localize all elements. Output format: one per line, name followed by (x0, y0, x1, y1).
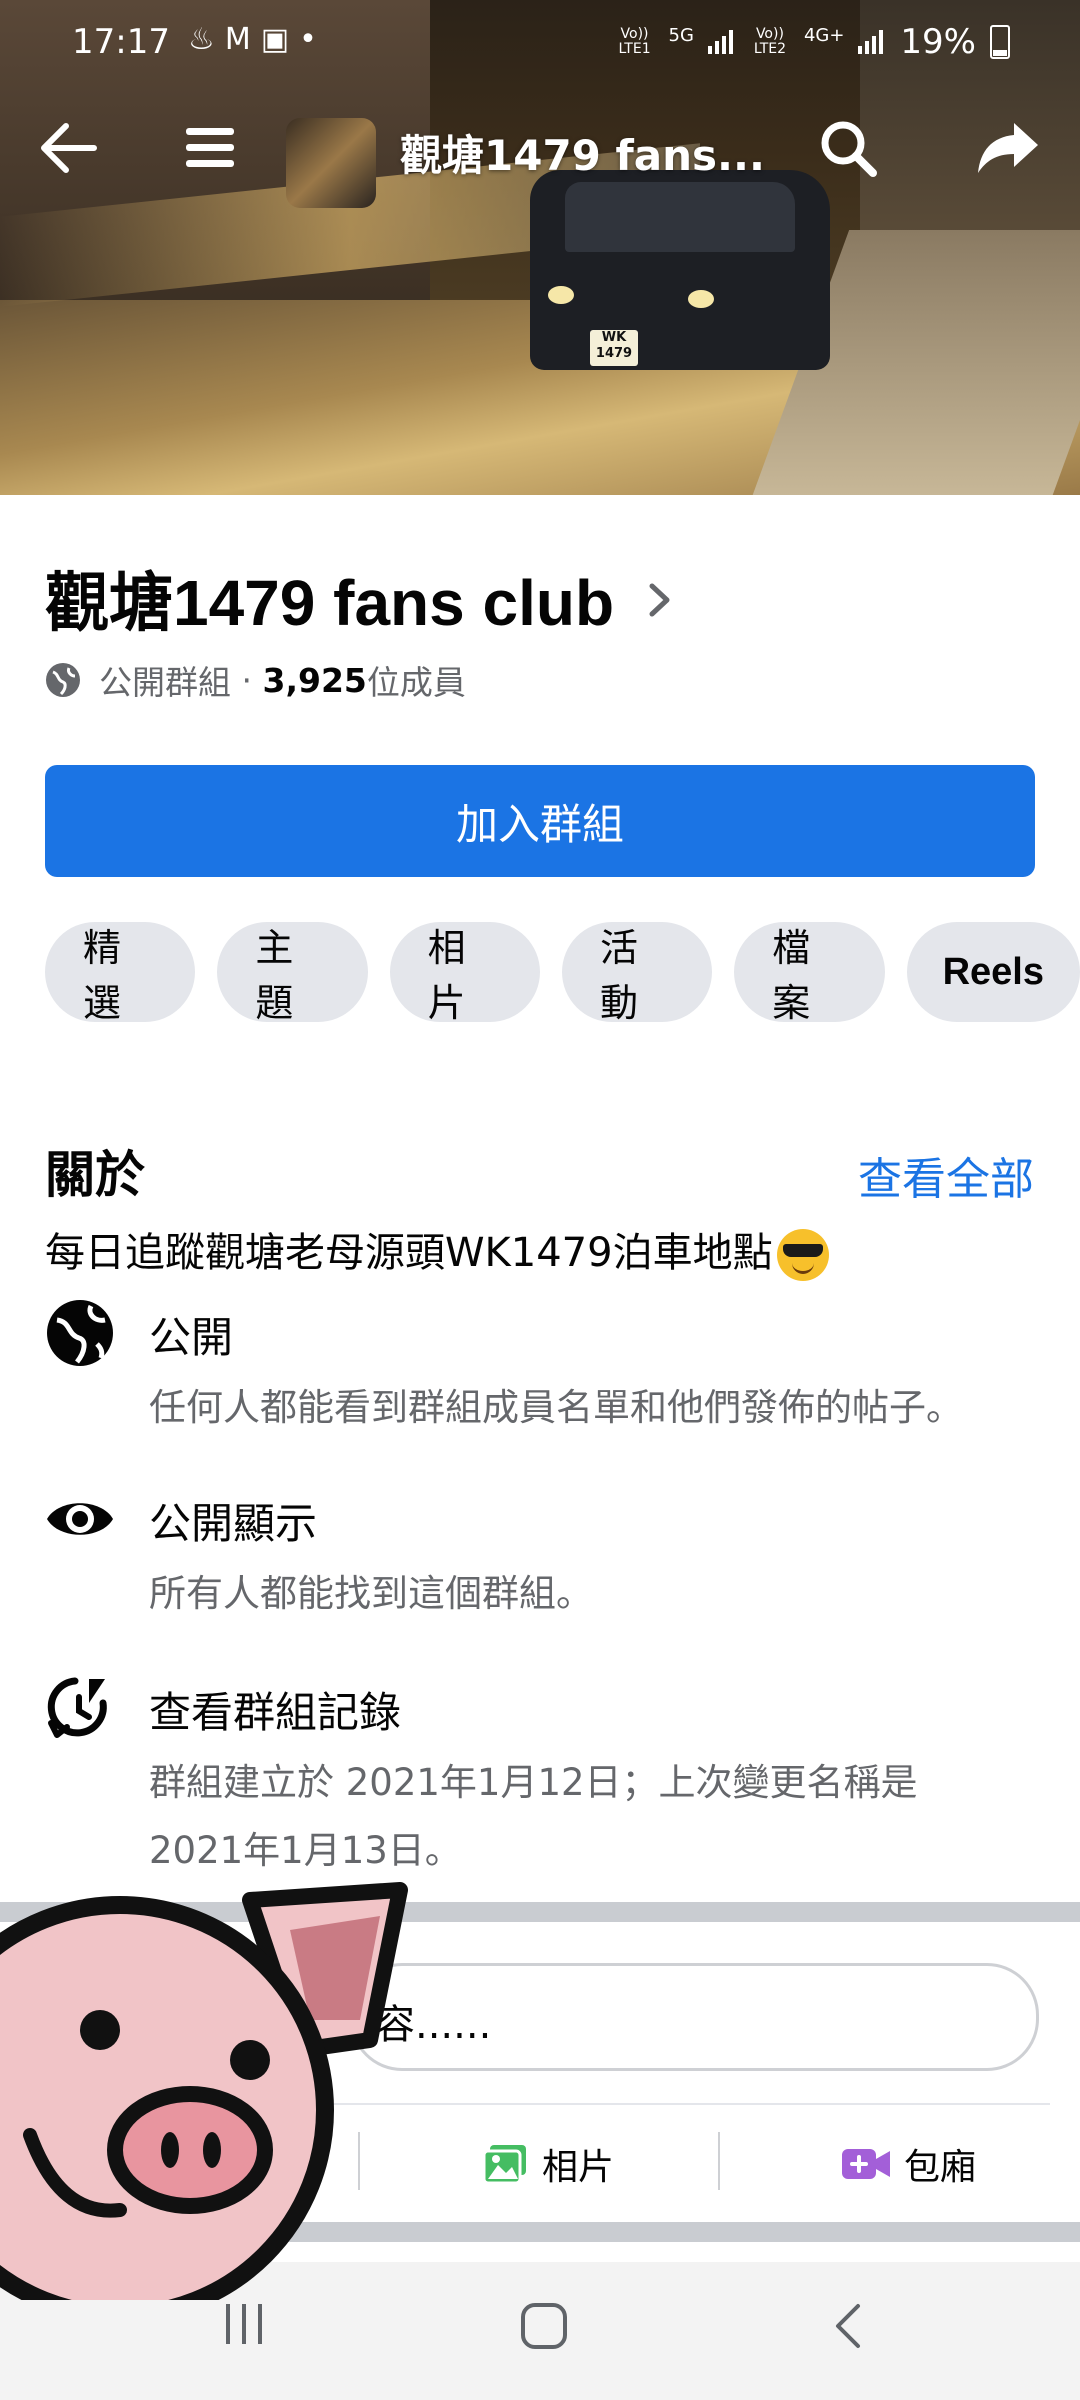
notification-icon: ♨ (188, 22, 225, 57)
back-nav-button[interactable] (832, 2302, 864, 2354)
share-button[interactable] (960, 100, 1056, 196)
about-item-visible: 公開顯示 所有人都能找到這個群組。 (45, 1484, 1035, 1634)
share-icon (978, 123, 1038, 173)
menu-icon (186, 128, 234, 167)
sim2-label: Vo)) LTE2 (753, 26, 787, 57)
action-separator-2 (718, 2132, 720, 2190)
group-tabs: 精選 主題 相片 活動 檔案 Reels (45, 922, 1080, 1025)
back-icon (41, 123, 97, 173)
tab-events[interactable]: 活動 (561, 922, 713, 1025)
tab-photos[interactable]: 相片 (389, 922, 540, 1025)
photo-action-label: 相片 (542, 2147, 615, 2188)
photo-icon (482, 2145, 526, 2185)
status-right-group: Vo)) LTE1 5G Vo)) LTE2 4G+ 19% (615, 22, 1010, 62)
history-subtitle-line1: 群組建立於 2021年1月12日；上次變更名稱是 (149, 1761, 918, 1804)
app-icon: ▣ (260, 22, 300, 57)
meta-separator: · (231, 660, 263, 700)
about-item-public: 公開 任何人都能看到群組成員名單和他們發佈的帖子。 (45, 1298, 1035, 1448)
about-item-public-title: 公開 (149, 1313, 234, 1362)
back-button[interactable] (20, 100, 116, 196)
tab-files[interactable]: 檔案 (734, 922, 885, 1025)
status-bar: 17:17 ♨M▣• Vo)) LTE1 5G Vo)) LTE2 4G+ 19… (0, 0, 1080, 86)
nav-group-title: 觀塘1479 fans... (400, 131, 765, 180)
about-heading: 關於 (45, 1146, 145, 1204)
cover-headlight-right (688, 290, 714, 308)
cover-license-plate: WK 1479 (590, 330, 638, 366)
about-item-public-subtitle: 任何人都能看到群組成員名單和他們發佈的帖子。 (149, 1386, 963, 1429)
menu-button[interactable] (162, 100, 258, 196)
see-all-link[interactable]: 查看全部 (858, 1143, 1034, 1207)
signal-icon-1 (707, 30, 736, 54)
recent-apps-icon (226, 2304, 262, 2344)
photo-action-button[interactable]: 相片 (482, 2138, 614, 2190)
globe-icon (46, 663, 80, 697)
network-5g-label: 5G (668, 24, 694, 46)
group-meta: 公開群組 · 3,925 位成員 (45, 656, 466, 704)
back-nav-icon (836, 2304, 860, 2348)
home-icon (521, 2303, 567, 2349)
cover-headlight-left (548, 286, 574, 304)
tab-featured[interactable]: 精選 (45, 922, 196, 1025)
about-item-history-subtitle: 群組建立於 2021年1月12日；上次變更名稱是 2021年1月13日。 (149, 1749, 1029, 1885)
history-subtitle-line2: 2021年1月13日。 (149, 1829, 462, 1872)
status-notification-icons: ♨M▣• (188, 22, 327, 57)
sunglasses-emoji-icon (776, 1229, 829, 1281)
post-composer-input[interactable]: 容...... (350, 1963, 1039, 2071)
globe-icon (47, 1300, 113, 1366)
history-icon (47, 1677, 107, 1738)
room-icon (842, 2149, 890, 2179)
privacy-label: 公開群組 (99, 663, 231, 702)
about-description: 每日追蹤觀塘老母源頭WK1479泊車地點 (45, 1220, 829, 1281)
about-item-history[interactable]: 查看群組記錄 群組建立於 2021年1月12日；上次變更名稱是 2021年1月1… (45, 1673, 1035, 1893)
pig-sticker-icon (0, 1882, 408, 2300)
member-count: 3,925 (262, 660, 367, 700)
room-action-label: 包廂 (904, 2147, 977, 2188)
status-time: 17:17 (72, 22, 170, 62)
about-item-visible-subtitle: 所有人都能找到這個群組。 (149, 1572, 593, 1615)
chevron-right-icon[interactable] (648, 582, 672, 618)
tab-topics[interactable]: 主題 (217, 922, 368, 1025)
group-thumbnail[interactable] (286, 118, 376, 208)
about-description-text: 每日追蹤觀塘老母源頭WK1479泊車地點 (45, 1230, 773, 1276)
network-4g-label: 4G+ (803, 24, 845, 46)
sim1-label: Vo)) LTE1 (618, 26, 651, 57)
signal-icon-2 (858, 30, 886, 54)
eye-icon (47, 1503, 113, 1535)
gmail-icon: M (224, 22, 261, 57)
search-icon (821, 121, 877, 177)
about-item-history-title: 查看群組記錄 (149, 1688, 402, 1737)
member-suffix: 位成員 (366, 663, 466, 702)
group-name[interactable]: 觀塘1479 fans club (45, 552, 614, 644)
about-item-visible-title: 公開顯示 (149, 1499, 318, 1548)
battery-percent: 19% (900, 22, 976, 62)
join-group-button[interactable]: 加入群組 (45, 765, 1035, 877)
home-button[interactable] (520, 2302, 568, 2354)
tab-reels[interactable]: Reels (906, 922, 1080, 1022)
search-button[interactable] (800, 100, 896, 196)
battery-icon (990, 25, 1010, 59)
dot-icon: • (299, 22, 327, 57)
recent-apps-button[interactable] (222, 2302, 266, 2350)
room-action-button[interactable]: 包廂 (842, 2138, 976, 2190)
